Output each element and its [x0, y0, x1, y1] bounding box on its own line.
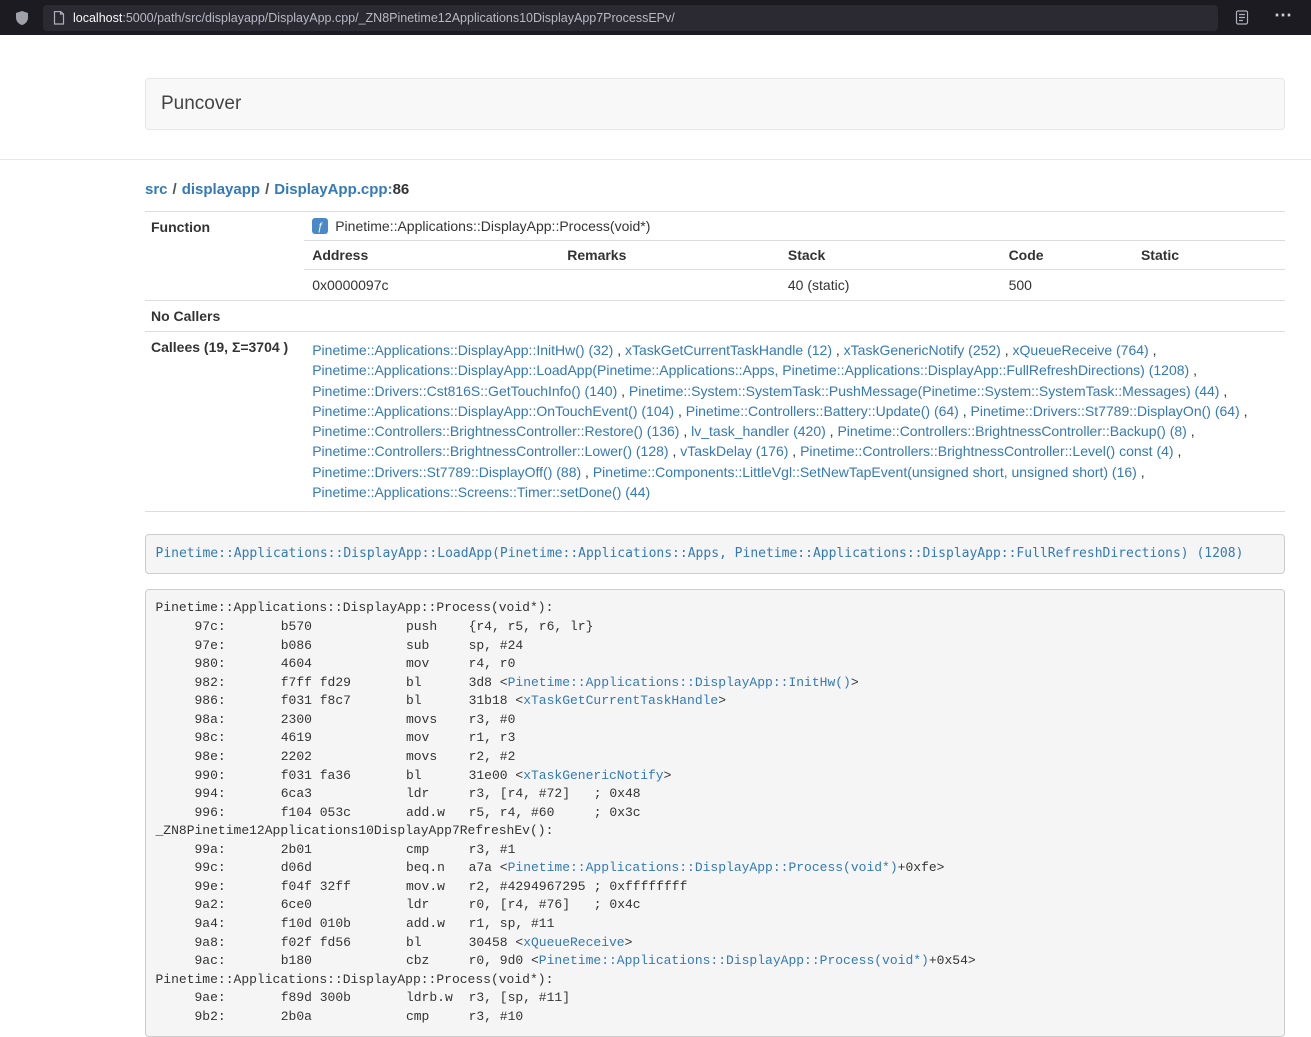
breadcrumb-link-file[interactable]: DisplayApp.cpp: — [274, 181, 392, 198]
disassembly-pre: Pinetime::Applications::DisplayApp::Proc… — [145, 589, 1285, 1037]
disassembly-code: Pinetime::Applications::DisplayApp::Proc… — [156, 600, 976, 1023]
callee-link[interactable]: Pinetime::Controllers::BrightnessControl… — [837, 423, 1186, 439]
function-row-label: Function — [145, 212, 296, 301]
callee-separator: , — [674, 403, 686, 419]
url-path: :5000/path/src/displayapp/DisplayApp.cpp… — [122, 11, 674, 25]
symbol-table: Function ƒ Pinetime::Applications::Displ… — [145, 211, 1285, 512]
callee-separator: , — [679, 423, 691, 439]
remarks-cell — [559, 270, 780, 301]
callee-link[interactable]: Pinetime::Applications::DisplayApp::Load… — [312, 362, 1189, 378]
disassembly-symbol-link[interactable]: xTaskGetCurrentTaskHandle — [523, 693, 718, 708]
callee-separator: , — [617, 383, 629, 399]
callee-link[interactable]: Pinetime::Components::LittleVgl::SetNewT… — [593, 464, 1137, 480]
function-type-icon: ƒ — [312, 218, 328, 234]
callee-separator: , — [669, 443, 681, 459]
callee-link[interactable]: Pinetime::Controllers::BrightnessControl… — [312, 443, 668, 459]
callee-link[interactable]: lv_task_handler (420) — [691, 423, 826, 439]
callee-link[interactable]: Pinetime::Drivers::St7789::DisplayOff() … — [312, 464, 581, 480]
callee-separator: , — [1189, 362, 1197, 378]
callee-separator: , — [1149, 342, 1157, 358]
breadcrumb: src / displayapp / DisplayApp.cpp:86 — [145, 181, 1285, 198]
breadcrumb-link-displayapp[interactable]: displayapp — [182, 181, 260, 198]
callee-link[interactable]: Pinetime::Controllers::BrightnessControl… — [800, 443, 1173, 459]
details-header-row: Address Remarks Stack Code Static — [304, 241, 1285, 270]
callee-separator: , — [1219, 383, 1227, 399]
callee-link[interactable]: Pinetime::Applications::Screens::Timer::… — [312, 484, 650, 500]
address-bar[interactable]: localhost:5000/path/src/displayapp/Displ… — [43, 5, 1218, 31]
disassembly-symbol-link[interactable]: Pinetime::Applications::DisplayApp::Proc… — [508, 860, 898, 875]
reader-mode-icon[interactable] — [1233, 8, 1251, 27]
callee-link[interactable]: Pinetime::Drivers::Cst816S::GetTouchInfo… — [312, 383, 617, 399]
callees-row: Callees (19, Σ=3704 ) Pinetime::Applicat… — [145, 332, 1285, 512]
function-line: ƒ Pinetime::Applications::DisplayApp::Pr… — [304, 212, 1285, 240]
column-header-address: Address — [304, 241, 559, 270]
svg-text:ƒ: ƒ — [317, 221, 323, 233]
column-header-remarks: Remarks — [559, 241, 780, 270]
callee-separator: , — [826, 423, 838, 439]
shield-icon — [14, 10, 30, 26]
url-domain: localhost — [73, 11, 122, 25]
tracking-protection-shield-icon[interactable] — [12, 8, 32, 28]
function-name: Pinetime::Applications::DisplayApp::Proc… — [335, 218, 650, 234]
app-title-link[interactable]: Puncover — [161, 93, 241, 115]
callee-link[interactable]: Pinetime::Applications::DisplayApp::Init… — [312, 342, 613, 358]
callee-separator: , — [581, 464, 593, 480]
more-options-icon[interactable]: ⋯ — [1268, 6, 1299, 30]
no-callers-label: No Callers — [145, 301, 296, 332]
callee-link[interactable]: Pinetime::Applications::DisplayApp::OnTo… — [312, 403, 674, 419]
static-cell — [1133, 270, 1285, 301]
code-cell: 500 — [1001, 270, 1133, 301]
callee-separator: , — [1187, 423, 1195, 439]
callee-separator: , — [959, 403, 971, 419]
callee-link[interactable]: Pinetime::Controllers::Battery::Update()… — [686, 403, 959, 419]
callee-separator: , — [1240, 403, 1248, 419]
breadcrumb-separator: / — [265, 181, 269, 198]
breadcrumb-separator: / — [173, 181, 177, 198]
page-info-icon[interactable] — [53, 11, 65, 25]
callee-separator: , — [613, 342, 625, 358]
page-content: Puncover src / displayapp / DisplayApp.cpp:8… — [0, 78, 1311, 1037]
column-header-code: Code — [1001, 241, 1133, 270]
callee-link[interactable]: vTaskDelay (176) — [680, 443, 788, 459]
callee-link[interactable]: Pinetime::Controllers::BrightnessControl… — [312, 423, 679, 439]
callee-link[interactable]: xTaskGetCurrentTaskHandle (12) — [625, 342, 832, 358]
breadcrumb-line-number: 86 — [393, 181, 410, 198]
column-header-static: Static — [1133, 241, 1285, 270]
callee-separator: , — [832, 342, 844, 358]
disassembly-symbol-link[interactable]: Pinetime::Applications::DisplayApp::Proc… — [539, 953, 929, 968]
callee-link[interactable]: Pinetime::Drivers::St7789::DisplayOn() (… — [971, 403, 1240, 419]
function-details-table: Address Remarks Stack Code Static 0x0000… — [304, 240, 1285, 300]
disassembly-symbol-link[interactable]: Pinetime::Applications::DisplayApp::Init… — [508, 675, 851, 690]
callees-list: Pinetime::Applications::DisplayApp::Init… — [296, 332, 1285, 512]
callee-symbol-panel: Pinetime::Applications::DisplayApp::Load… — [145, 534, 1285, 574]
callee-link[interactable]: xQueueReceive (764) — [1013, 342, 1149, 358]
browser-toolbar: localhost:5000/path/src/displayapp/Displ… — [0, 0, 1311, 35]
disassembly-symbol-link[interactable]: xTaskGenericNotify — [523, 768, 663, 783]
callee-separator: , — [788, 443, 800, 459]
no-callers-row: No Callers — [145, 301, 1285, 332]
callee-separator: , — [1001, 342, 1013, 358]
divider — [0, 159, 1311, 160]
app-header-panel: Puncover — [145, 78, 1285, 130]
callee-separator: , — [1174, 443, 1182, 459]
breadcrumb-link-src[interactable]: src — [145, 181, 168, 198]
callees-label: Callees (19, Σ=3704 ) — [145, 332, 296, 512]
stack-cell: 40 (static) — [780, 270, 1001, 301]
column-header-stack: Stack — [780, 241, 1001, 270]
callee-link[interactable]: xTaskGenericNotify (252) — [844, 342, 1001, 358]
no-callers-content — [296, 301, 1285, 332]
loadapp-symbol-link[interactable]: Pinetime::Applications::DisplayApp::Load… — [156, 546, 1244, 561]
callee-link[interactable]: Pinetime::System::SystemTask::PushMessag… — [629, 383, 1220, 399]
details-data-row: 0x0000097c 40 (static) 500 — [304, 270, 1285, 301]
callee-separator: , — [1137, 464, 1145, 480]
disassembly-symbol-link[interactable]: xQueueReceive — [523, 935, 624, 950]
address-cell: 0x0000097c — [304, 270, 559, 301]
url-text: localhost:5000/path/src/displayapp/Displ… — [73, 11, 675, 25]
function-row: Function ƒ Pinetime::Applications::Displ… — [145, 212, 1285, 301]
